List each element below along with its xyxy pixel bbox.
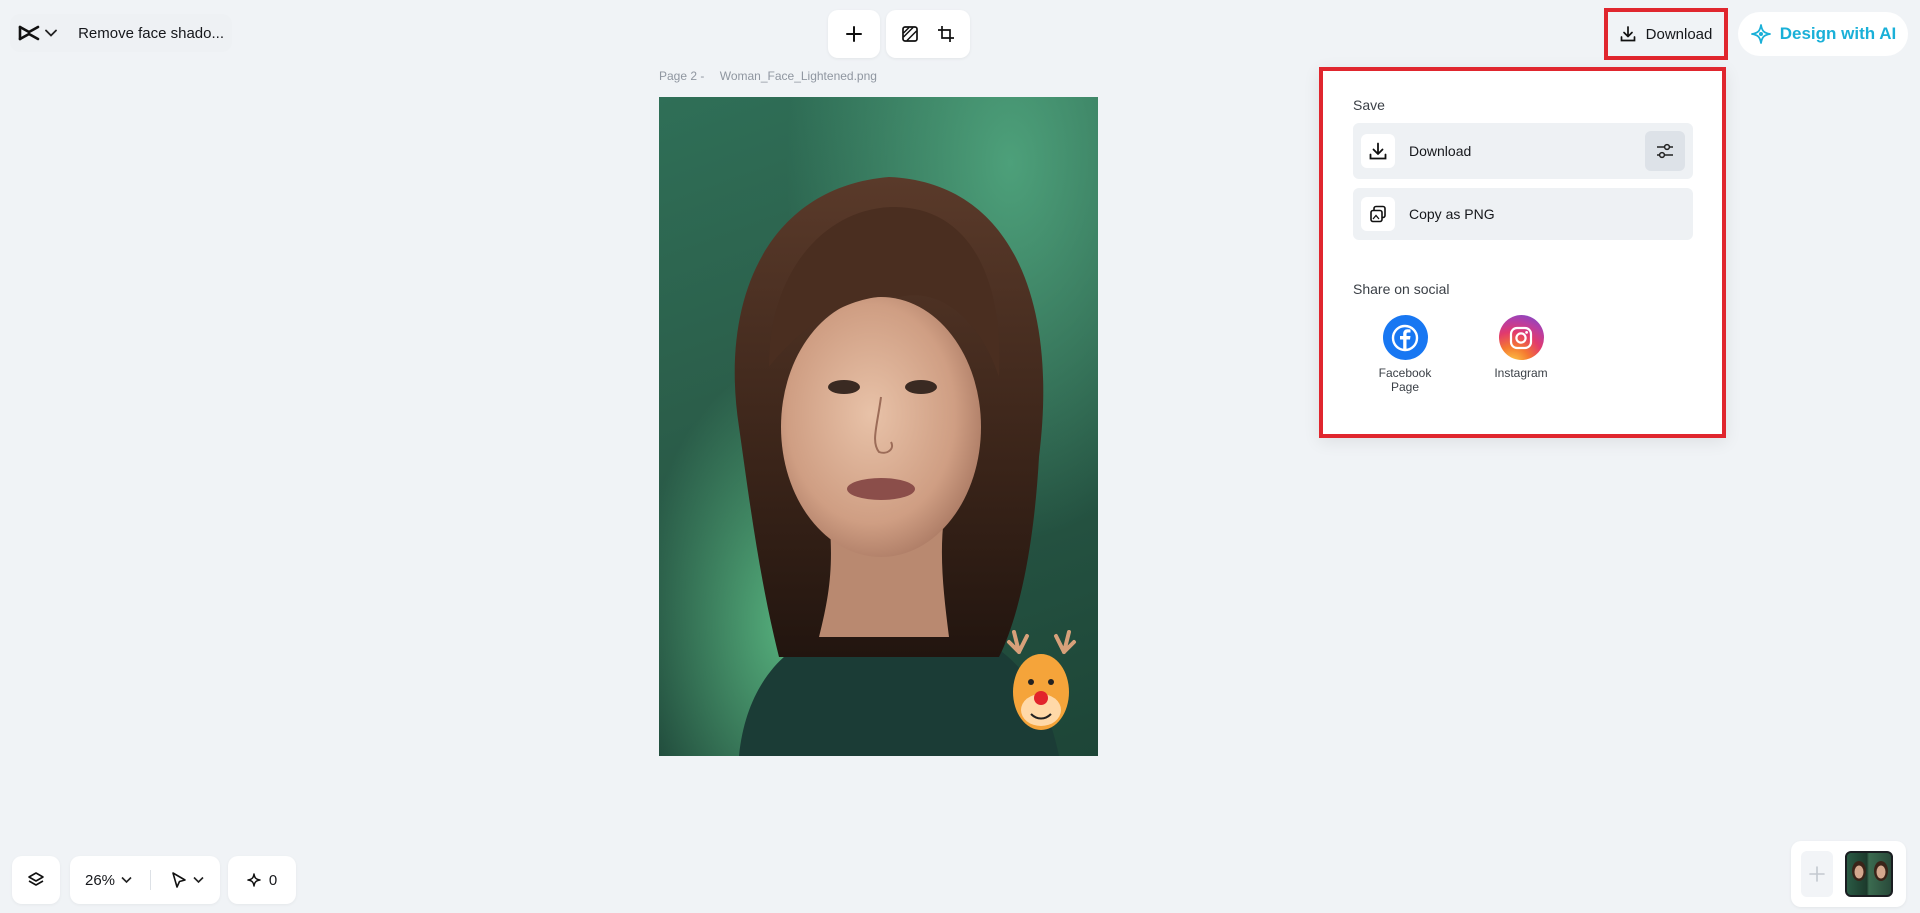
background-pattern-icon <box>902 26 918 42</box>
share-section-title: Share on social <box>1353 281 1450 297</box>
ai-credits-button[interactable]: 0 <box>228 856 296 904</box>
download-panel: Save Download Copy as PNG Share on socia… <box>1319 67 1726 438</box>
instagram-label: Instagram <box>1494 366 1548 380</box>
facebook-label-line2: Page <box>1390 380 1419 394</box>
pointer-tool-icon[interactable] <box>171 871 187 889</box>
page-thumbnail-image <box>1852 861 1888 881</box>
ai-credits-count: 0 <box>268 871 278 889</box>
plus-icon <box>846 26 862 42</box>
sliders-icon <box>1657 143 1673 159</box>
project-title[interactable]: Remove face shado... <box>78 25 224 42</box>
plus-icon <box>1809 866 1825 882</box>
divider <box>150 870 152 890</box>
facebook-label-line1: Facebook <box>1378 366 1432 380</box>
download-settings-button[interactable] <box>1645 131 1685 171</box>
portrait-photo <box>734 177 1076 756</box>
resize-tool-button[interactable] <box>930 18 962 50</box>
page-file-name[interactable]: Woman_Face_Lightened.png <box>720 69 877 83</box>
zoom-level[interactable]: 26% <box>85 872 115 889</box>
layers-icon <box>28 872 44 886</box>
zoom-pointer-group: 26% <box>70 856 220 904</box>
project-menu[interactable]: Remove face shado... <box>10 14 232 52</box>
resize-icon <box>938 26 954 42</box>
canvas-tool-group <box>886 10 970 58</box>
chevron-down-icon[interactable] <box>193 876 204 884</box>
copy-image-icon <box>1370 205 1386 223</box>
design-with-ai-button[interactable]: Design with AI <box>1738 12 1908 56</box>
add-page-button[interactable] <box>1801 851 1833 897</box>
download-option-label: Download <box>1409 143 1472 159</box>
instagram-icon <box>1498 315 1544 360</box>
download-icon <box>1369 142 1387 160</box>
page-number: Page 2 - <box>659 69 705 83</box>
add-element-button[interactable] <box>828 10 880 58</box>
facebook-icon <box>1382 315 1428 360</box>
ai-sparkle-icon <box>1750 24 1771 44</box>
share-instagram[interactable]: Instagram <box>1481 315 1561 380</box>
copy-as-png-label: Copy as PNG <box>1409 206 1495 222</box>
page-strip <box>1791 841 1906 907</box>
download-button-label: Download <box>1645 25 1713 43</box>
layers-button[interactable] <box>12 856 60 904</box>
download-option[interactable]: Download <box>1353 123 1693 179</box>
save-section-title: Save <box>1353 97 1385 113</box>
page-thumbnail[interactable] <box>1845 851 1893 897</box>
capcut-logo-icon[interactable] <box>18 20 40 46</box>
canvas-image[interactable] <box>659 97 1098 756</box>
download-button[interactable]: Download <box>1604 8 1728 60</box>
design-with-ai-label: Design with AI <box>1779 24 1897 43</box>
sparkle-icon <box>247 873 261 887</box>
page-label: Page 2 - Woman_Face_Lightened.png <box>659 69 877 83</box>
download-icon <box>1620 26 1635 42</box>
share-facebook-page[interactable]: Facebook Page <box>1365 315 1445 394</box>
chevron-down-icon[interactable] <box>121 876 132 884</box>
background-tool-button[interactable] <box>894 18 926 50</box>
copy-option-icon <box>1361 197 1395 231</box>
download-option-icon <box>1361 134 1395 168</box>
chevron-down-icon[interactable] <box>44 23 58 43</box>
copy-as-png-option[interactable]: Copy as PNG <box>1353 188 1693 240</box>
